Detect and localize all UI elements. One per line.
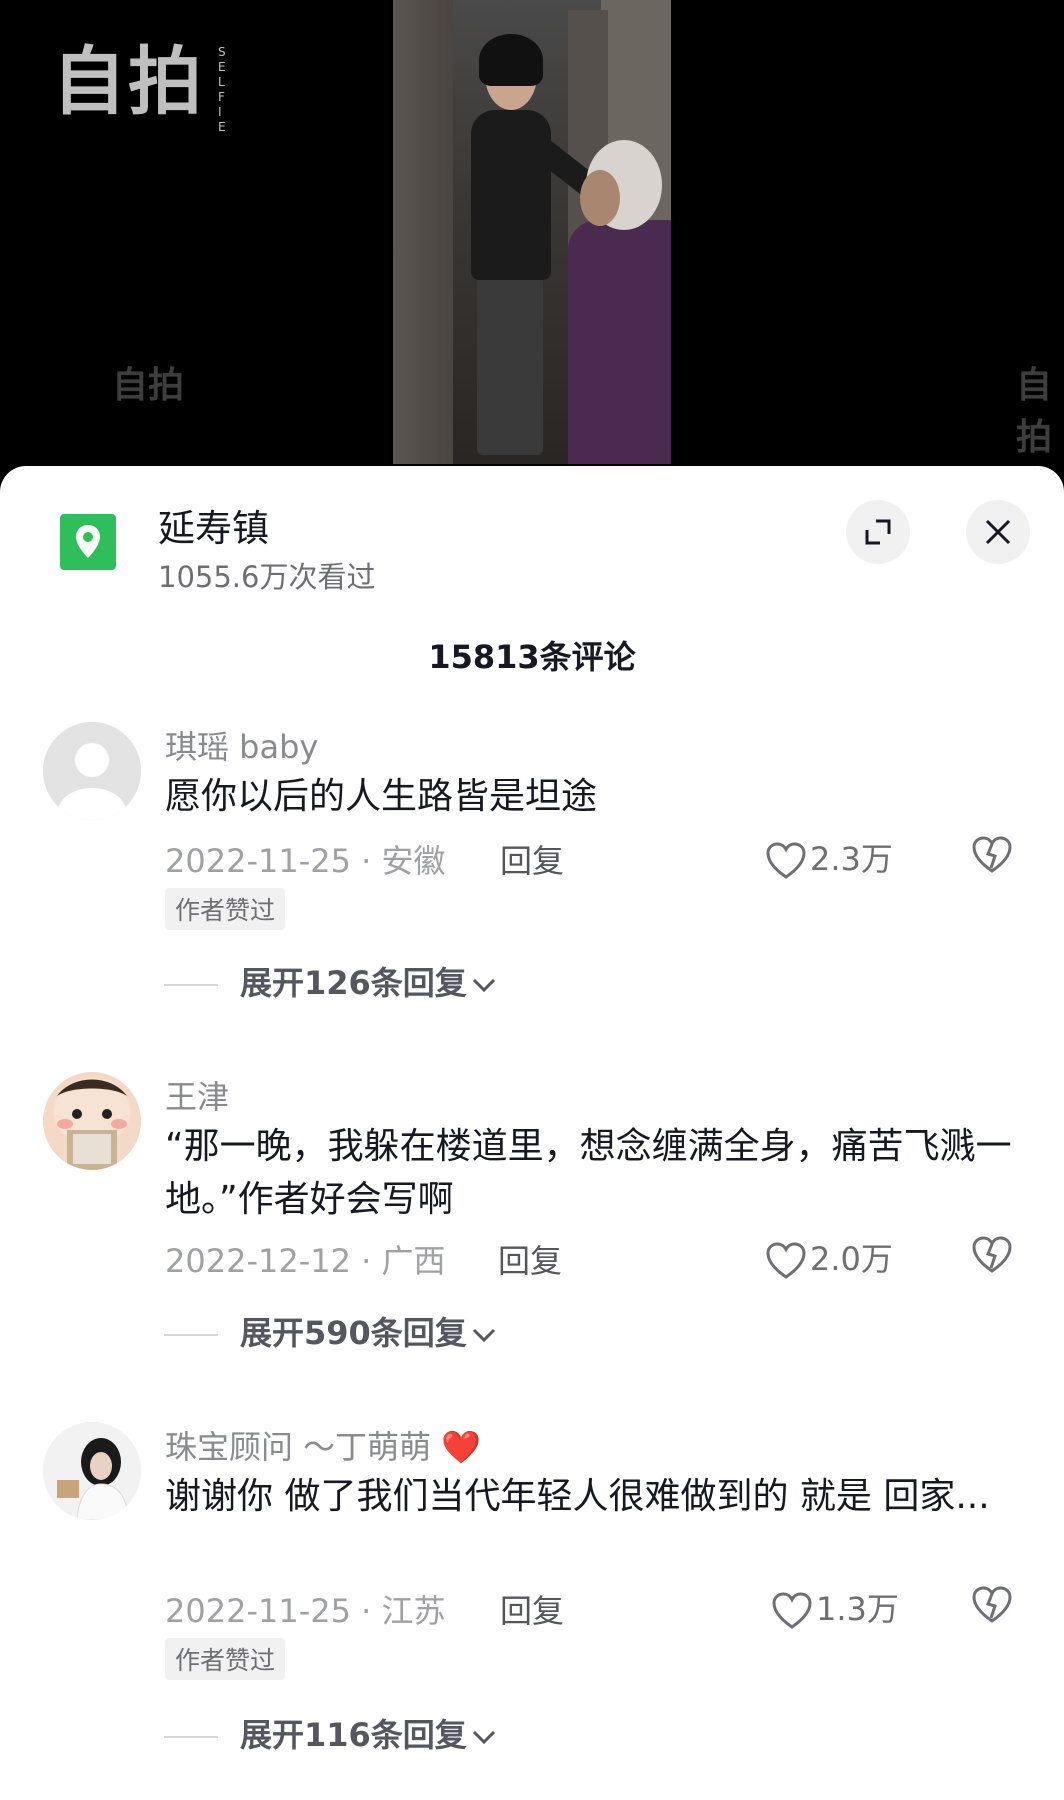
avatar[interactable]	[43, 722, 141, 820]
comment-date: 2022-11-25	[165, 842, 351, 880]
comment-author[interactable]: 王津	[165, 1072, 229, 1118]
comment-item: 琪瑶 baby 愿你以后的人生路皆是坦途 2022-11-25 · 安徽 回复 …	[0, 722, 1064, 1012]
expand-button[interactable]	[846, 500, 910, 564]
chevron-down-icon	[472, 978, 495, 993]
expand-replies-button[interactable]: 展开116条回复	[164, 1710, 497, 1756]
video-frame	[393, 0, 671, 464]
comment-author[interactable]: 珠宝顾问 ～丁萌萌 ❤️	[165, 1422, 481, 1468]
location-pin-icon[interactable]	[60, 514, 116, 570]
author-liked-badge: 作者赞过	[165, 1638, 286, 1680]
expand-icon	[865, 519, 891, 545]
comment-date: 2022-11-25	[165, 1592, 351, 1630]
photo-avatar-icon	[43, 1422, 141, 1520]
comment-author[interactable]: 琪瑶 baby	[165, 722, 318, 768]
heart-emoji: ❤️	[441, 1428, 482, 1466]
default-avatar-icon	[43, 722, 141, 820]
comment-item: 王津 “那一晚，我躲在楼道里，想念缠满全身，痛苦飞溅一地。”作者好会写啊 202…	[0, 1072, 1064, 1362]
dislike-button[interactable]	[972, 836, 1012, 878]
logo-subtext: SELFIE	[218, 45, 226, 134]
dislike-button[interactable]	[972, 1236, 1012, 1278]
comment-region: 江苏	[381, 1592, 446, 1630]
like-count: 2.3万	[810, 840, 893, 878]
heart-icon	[766, 842, 806, 879]
avatar[interactable]	[43, 1072, 141, 1170]
reply-button[interactable]: 回复	[500, 1586, 564, 1632]
watermark-left: 自拍	[112, 365, 185, 406]
heart-icon	[766, 1242, 806, 1279]
comment-meta: 2022-11-25 · 安徽	[165, 842, 446, 880]
logo-text: 自拍	[52, 39, 204, 125]
close-button[interactable]	[966, 500, 1030, 564]
broken-heart-icon	[972, 1236, 1012, 1273]
dislike-button[interactable]	[972, 1586, 1012, 1628]
chevron-down-icon	[472, 1328, 495, 1343]
watermark-right: 自拍	[1016, 365, 1053, 458]
elderly-woman-figure	[568, 140, 671, 464]
comment-text: “那一晚，我躲在楼道里，想念缠满全身，痛苦飞溅一地。”作者好会写啊	[165, 1126, 1012, 1220]
like-count: 2.0万	[810, 1240, 893, 1278]
comment-region: 广西	[381, 1242, 446, 1280]
expand-replies-button[interactable]: 展开126条回复	[164, 958, 497, 1004]
comment-item: 珠宝顾问 ～丁萌萌 ❤️ 谢谢你 做了我们当代年轻人很难做到的 就是 回家...…	[0, 1422, 1064, 1762]
expand-replies-button[interactable]: 展开590条回复	[164, 1308, 497, 1354]
comment-date: 2022-12-12	[165, 1242, 351, 1280]
chevron-down-icon	[472, 1730, 495, 1745]
wall	[393, 0, 453, 464]
location-title[interactable]: 延寿镇	[158, 498, 269, 552]
reply-button[interactable]: 回复	[500, 836, 564, 882]
close-icon	[985, 519, 1011, 545]
author-liked-badge: 作者赞过	[165, 888, 286, 930]
comment-region: 安徽	[381, 842, 446, 880]
like-button[interactable]: 2.3万	[766, 834, 893, 880]
like-count: 1.3万	[816, 1590, 899, 1628]
selfie-logo: 自拍 SELFIE	[52, 39, 226, 134]
comment-sheet: 延寿镇 1055.6万次看过 15813条评论 琪瑶 baby 愿你以后的人生路…	[0, 466, 1064, 1800]
comment-text: 愿你以后的人生路皆是坦途	[165, 776, 598, 817]
comment-meta: 2022-11-25 · 江苏	[165, 1592, 446, 1630]
avatar[interactable]	[43, 1422, 141, 1520]
cartoon-avatar-icon	[43, 1072, 141, 1170]
broken-heart-icon	[972, 1586, 1012, 1623]
video-player[interactable]: 自拍 SELFIE 自拍 自拍	[0, 0, 1064, 480]
comment-text: 谢谢你 做了我们当代年轻人很难做到的 就是 回家...	[165, 1476, 990, 1517]
comment-meta: 2022-12-12 · 广西	[165, 1242, 446, 1280]
heart-icon	[772, 1592, 812, 1629]
young-woman-figure	[463, 34, 635, 460]
like-button[interactable]: 1.3万	[772, 1584, 899, 1630]
location-views: 1055.6万次看过	[158, 560, 376, 594]
broken-heart-icon	[972, 836, 1012, 873]
like-button[interactable]: 2.0万	[766, 1234, 893, 1280]
reply-button[interactable]: 回复	[498, 1236, 562, 1282]
comment-count: 15813条评论	[428, 638, 636, 676]
